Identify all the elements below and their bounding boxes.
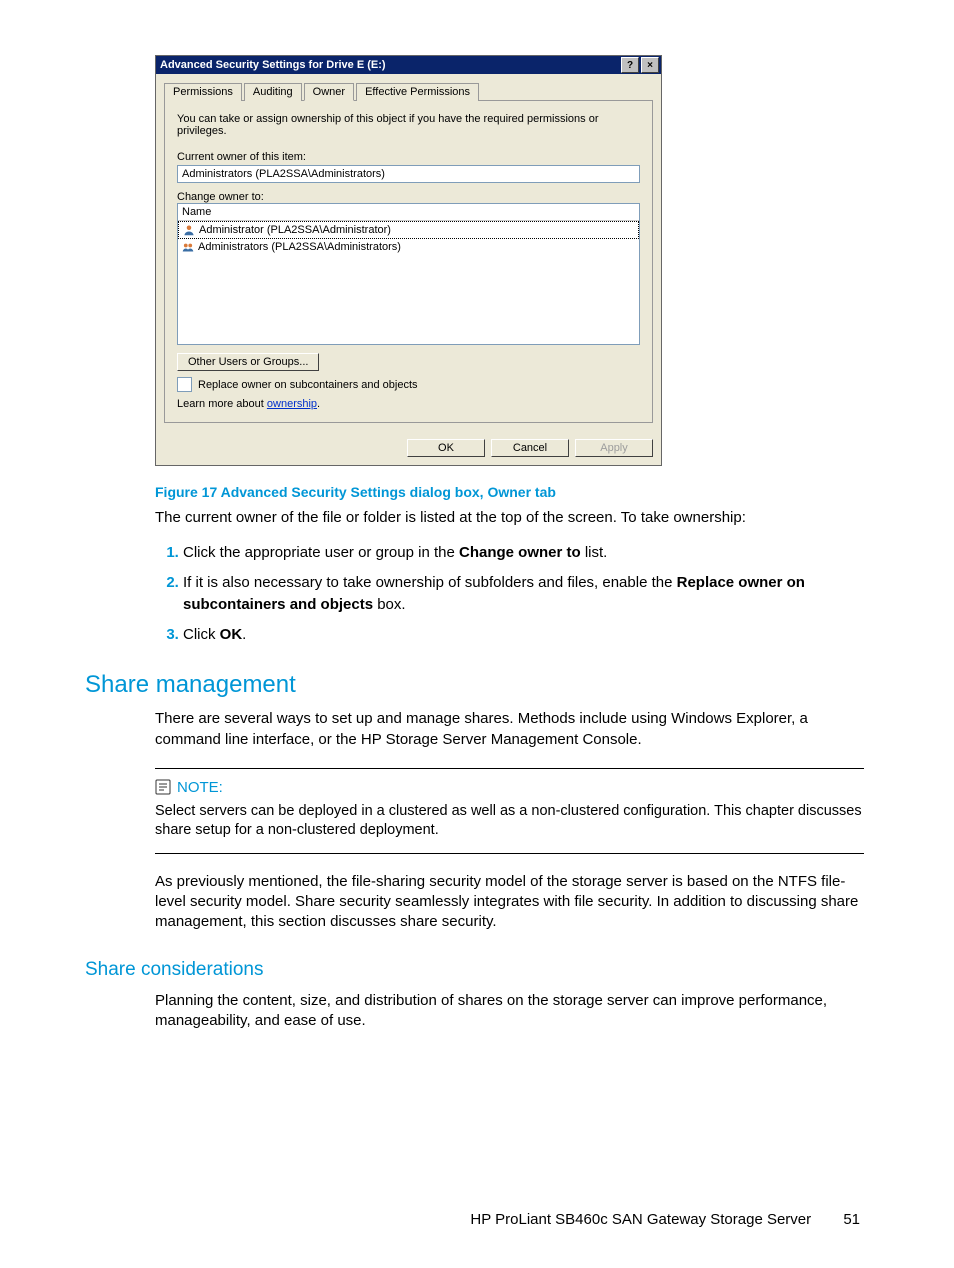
dialog-title: Advanced Security Settings for Drive E (…	[160, 59, 619, 71]
tab-owner[interactable]: Owner	[304, 83, 354, 101]
heading-share-considerations: Share considerations	[85, 959, 864, 981]
owner-option-label: Administrator (PLA2SSA\Administrator)	[199, 224, 391, 236]
close-icon[interactable]: ×	[641, 57, 659, 73]
note-label: NOTE:	[177, 779, 223, 796]
share-mgmt-p2: As previously mentioned, the file-sharin…	[155, 872, 864, 933]
share-mgmt-p1: There are several ways to set up and man…	[155, 709, 864, 750]
owner-intro-para: The current owner of the file or folder …	[155, 508, 864, 528]
list-header-name: Name	[178, 204, 639, 221]
replace-owner-label: Replace owner on subcontainers and objec…	[198, 379, 418, 391]
figure-caption: Figure 17 Advanced Security Settings dia…	[155, 484, 864, 500]
change-owner-label: Change owner to:	[177, 191, 640, 203]
user-icon	[183, 224, 195, 236]
footer-page-number: 51	[843, 1211, 860, 1228]
footer-doc-title: HP ProLiant SB460c SAN Gateway Storage S…	[470, 1211, 811, 1228]
learn-more-text: Learn more about ownership.	[177, 398, 640, 410]
step-item: Click the appropriate user or group in t…	[183, 542, 864, 564]
heading-share-management: Share management	[85, 671, 864, 699]
page-footer: HP ProLiant SB460c SAN Gateway Storage S…	[85, 1211, 864, 1228]
help-icon[interactable]: ?	[621, 57, 639, 73]
current-owner-label: Current owner of this item:	[177, 151, 640, 163]
ownership-steps: Click the appropriate user or group in t…	[155, 542, 864, 645]
tab-effective[interactable]: Effective Permissions	[356, 83, 479, 101]
owner-intro-text: You can take or assign ownership of this…	[177, 113, 640, 137]
dialog-titlebar: Advanced Security Settings for Drive E (…	[156, 56, 661, 74]
cancel-button[interactable]: Cancel	[491, 439, 569, 457]
security-dialog: Advanced Security Settings for Drive E (…	[155, 55, 662, 466]
replace-owner-checkbox[interactable]	[177, 377, 192, 392]
tab-permissions[interactable]: Permissions	[164, 83, 242, 101]
group-icon	[182, 241, 194, 253]
note-body: Select servers can be deployed in a clus…	[155, 802, 864, 841]
other-users-button[interactable]: Other Users or Groups...	[177, 353, 319, 371]
note-icon	[155, 779, 171, 795]
share-cons-p1: Planning the content, size, and distribu…	[155, 991, 864, 1032]
ok-button[interactable]: OK	[407, 439, 485, 457]
current-owner-field: Administrators (PLA2SSA\Administrators)	[177, 165, 640, 183]
apply-button[interactable]: Apply	[575, 439, 653, 457]
list-item[interactable]: Administrator (PLA2SSA\Administrator)	[178, 221, 639, 239]
tab-strip: Permissions Auditing Owner Effective Per…	[164, 82, 653, 101]
note-block: NOTE: Select servers can be deployed in …	[155, 768, 864, 854]
step-item: Click OK.	[183, 624, 864, 646]
owner-option-label: Administrators (PLA2SSA\Administrators)	[198, 241, 401, 253]
tab-auditing[interactable]: Auditing	[244, 83, 302, 101]
owner-listbox[interactable]: Name Administrator (PLA2SSA\Administrato…	[177, 203, 640, 345]
ownership-link[interactable]: ownership	[267, 398, 317, 410]
step-item: If it is also necessary to take ownershi…	[183, 572, 864, 616]
list-item[interactable]: Administrators (PLA2SSA\Administrators)	[178, 239, 639, 255]
